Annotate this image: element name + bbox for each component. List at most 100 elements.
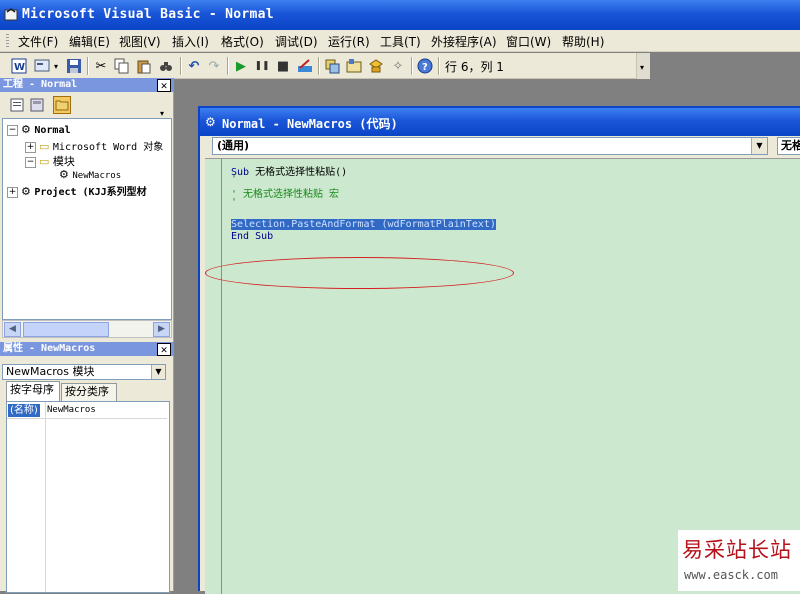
chevron-down-icon[interactable]: ▼ — [751, 138, 767, 154]
run-icon[interactable]: ▶ — [232, 57, 250, 75]
vba-app-icon — [4, 8, 18, 21]
code-line-4: ' — [231, 197, 238, 208]
svg-text:W: W — [14, 62, 25, 73]
object-browser-icon[interactable] — [367, 57, 385, 75]
tree-label-newmacros: NewMacros — [72, 171, 122, 181]
annotation-ellipse — [205, 257, 514, 289]
object-select[interactable]: NewMacros 模块 ▼ — [2, 364, 166, 380]
tree-node-normal[interactable]: − ⚙ Normal — [7, 123, 71, 136]
properties-panel-title-text: 属性 - NewMacros — [3, 343, 96, 354]
vba-project-icon: ⚙ — [21, 123, 31, 136]
toggle-folders-icon[interactable] — [53, 96, 71, 114]
view-object-icon[interactable] — [28, 96, 46, 114]
scroll-thumb[interactable] — [23, 322, 109, 337]
tree-label-project: Project (KJJ系列型材 — [34, 187, 147, 198]
menu-view[interactable]: 视图(V) — [119, 33, 161, 50]
menu-tools[interactable]: 工具(T) — [380, 33, 421, 50]
project-explorer-icon[interactable] — [323, 57, 341, 75]
help-icon[interactable]: ? — [416, 57, 434, 75]
tree-node-project[interactable]: + ⚙ Project (KJJ系列型材 — [7, 183, 147, 198]
app-titlebar: Microsoft Visual Basic - Normal — [0, 0, 800, 30]
tab-alphabetic[interactable]: 按字母序 — [6, 381, 60, 401]
toolbar-overflow-button[interactable]: ▾ — [636, 53, 650, 79]
object-combo[interactable]: (通用) ▼ — [212, 137, 768, 155]
find-icon[interactable] — [157, 57, 175, 75]
tab-categorized[interactable]: 按分类序 — [61, 383, 117, 401]
code-window-titlebar[interactable]: ⚙ Normal - NewMacros (代码) — [200, 108, 800, 136]
toolbar-separator — [438, 57, 440, 75]
toolbar-separator — [227, 57, 229, 75]
dropdown-arrow-icon[interactable]: ▾ — [51, 57, 61, 75]
cut-icon[interactable]: ✂ — [92, 57, 110, 75]
menu-edit[interactable]: 编辑(E) — [69, 33, 110, 50]
chevron-down-icon[interactable]: ▼ — [151, 365, 165, 379]
menubar-grip[interactable] — [6, 34, 9, 48]
tree-node-modules[interactable]: − ▭ 模块 — [25, 153, 75, 169]
tree-label-modules: 模块 — [52, 155, 75, 168]
redo-icon[interactable]: ↷ — [205, 57, 223, 75]
toolbar-separator — [180, 57, 182, 75]
open-folder-icon: ▭ — [39, 155, 50, 168]
code-window: ⚙ Normal - NewMacros (代码) (通用) ▼ 无格 Sub … — [198, 106, 800, 594]
toolbox-icon[interactable]: ✧ — [389, 57, 407, 75]
toolbar-separator — [87, 57, 89, 75]
module-icon: ⚙ — [59, 168, 69, 181]
project-explorer-panel: 工程 - Normal ✕ ▾ − ⚙ Normal + ▭ Microsoft W… — [0, 78, 174, 342]
menu-addins[interactable]: 外接程序(A) — [431, 33, 497, 50]
project-panel-title-text: 工程 - Normal — [3, 79, 78, 90]
close-icon[interactable]: ✕ — [157, 79, 171, 92]
code-line-2: ' — [231, 174, 238, 185]
expand-icon[interactable]: + — [25, 141, 36, 153]
properties-grid: (名称) NewMacros — [6, 401, 170, 593]
collapse-icon[interactable]: − — [7, 124, 18, 136]
word-view-icon[interactable]: W — [10, 57, 28, 75]
undo-icon[interactable]: ↶ — [185, 57, 203, 75]
code-line-3: ' 无格式选择性粘贴 宏 — [231, 189, 340, 200]
menu-format[interactable]: 格式(O) — [221, 33, 264, 50]
code-line-6: End Sub — [231, 231, 274, 242]
property-value[interactable]: NewMacros — [47, 404, 96, 417]
scroll-right-icon[interactable]: ▶ — [153, 322, 170, 337]
menu-insert[interactable]: 插入(I) — [172, 33, 209, 50]
menu-window[interactable]: 窗口(W) — [506, 33, 551, 50]
margin-indicator-bar[interactable] — [205, 159, 222, 594]
cursor-position: 行 6，列 1 — [445, 60, 504, 74]
menu-bar: 文件(F) 编辑(E) 视图(V) 插入(I) 格式(O) 调试(D) 运行(R… — [0, 30, 800, 52]
paste-icon[interactable] — [135, 57, 153, 75]
menu-debug[interactable]: 调试(D) — [275, 33, 318, 50]
app-title: Microsoft Visual Basic - Normal — [22, 7, 274, 22]
reset-icon[interactable]: ■ — [274, 57, 292, 75]
property-row[interactable]: (名称) NewMacros — [7, 404, 167, 419]
tree-node-newmacros[interactable]: ⚙ NewMacros — [59, 168, 121, 181]
properties-window-icon[interactable] — [345, 57, 363, 75]
save-icon[interactable] — [65, 57, 83, 75]
insert-userform-icon[interactable] — [33, 57, 51, 75]
grid-divider — [45, 402, 46, 592]
procedure-combo[interactable]: 无格 — [777, 137, 800, 155]
menu-file[interactable]: 文件(F) — [18, 33, 58, 50]
menu-help[interactable]: 帮助(H) — [562, 33, 604, 50]
object-select-value: NewMacros 模块 — [6, 365, 95, 378]
view-code-icon[interactable] — [8, 96, 26, 114]
properties-panel: 属性 - NewMacros ✕ NewMacros 模块 ▼ 按字母序 按分类… — [0, 342, 174, 593]
properties-panel-title: 属性 - NewMacros ✕ — [0, 342, 174, 356]
design-mode-icon[interactable] — [296, 57, 314, 75]
folder-icon: ▭ — [39, 140, 50, 153]
scroll-left-icon[interactable]: ◀ — [4, 322, 21, 337]
toolbar-separator — [411, 57, 413, 75]
collapse-icon[interactable]: − — [25, 156, 36, 168]
tree-label-normal: Normal — [34, 125, 71, 136]
project-tree-hscrollbar[interactable]: ◀ ▶ — [2, 320, 172, 338]
standard-toolbar: W ▾ ✂ ↶ ↷ ▶ ❚❚ ■ ✧ ? 行 6，列 1 — [0, 53, 650, 79]
copy-icon[interactable] — [113, 57, 131, 75]
code-window-title: Normal - NewMacros (代码) — [222, 117, 398, 131]
tree-node-word-objects[interactable]: + ▭ Microsoft Word 对象 — [25, 138, 163, 153]
break-icon[interactable]: ❚❚ — [253, 57, 271, 75]
expand-icon[interactable]: + — [7, 186, 18, 198]
watermark-url: www.easck.com — [684, 568, 778, 582]
menu-run[interactable]: 运行(R) — [328, 33, 370, 50]
close-icon[interactable]: ✕ — [157, 343, 171, 356]
selected-code[interactable]: Selection.PasteAndFormat (wdFormatPlainT… — [231, 219, 496, 230]
code-editor[interactable]: Sub 无格式选择性粘贴() ' ' 无格式选择性粘贴 宏 ' Selectio… — [205, 158, 800, 594]
code-line-5: Selection.PasteAndFormat (wdFormatPlainT… — [231, 219, 496, 230]
